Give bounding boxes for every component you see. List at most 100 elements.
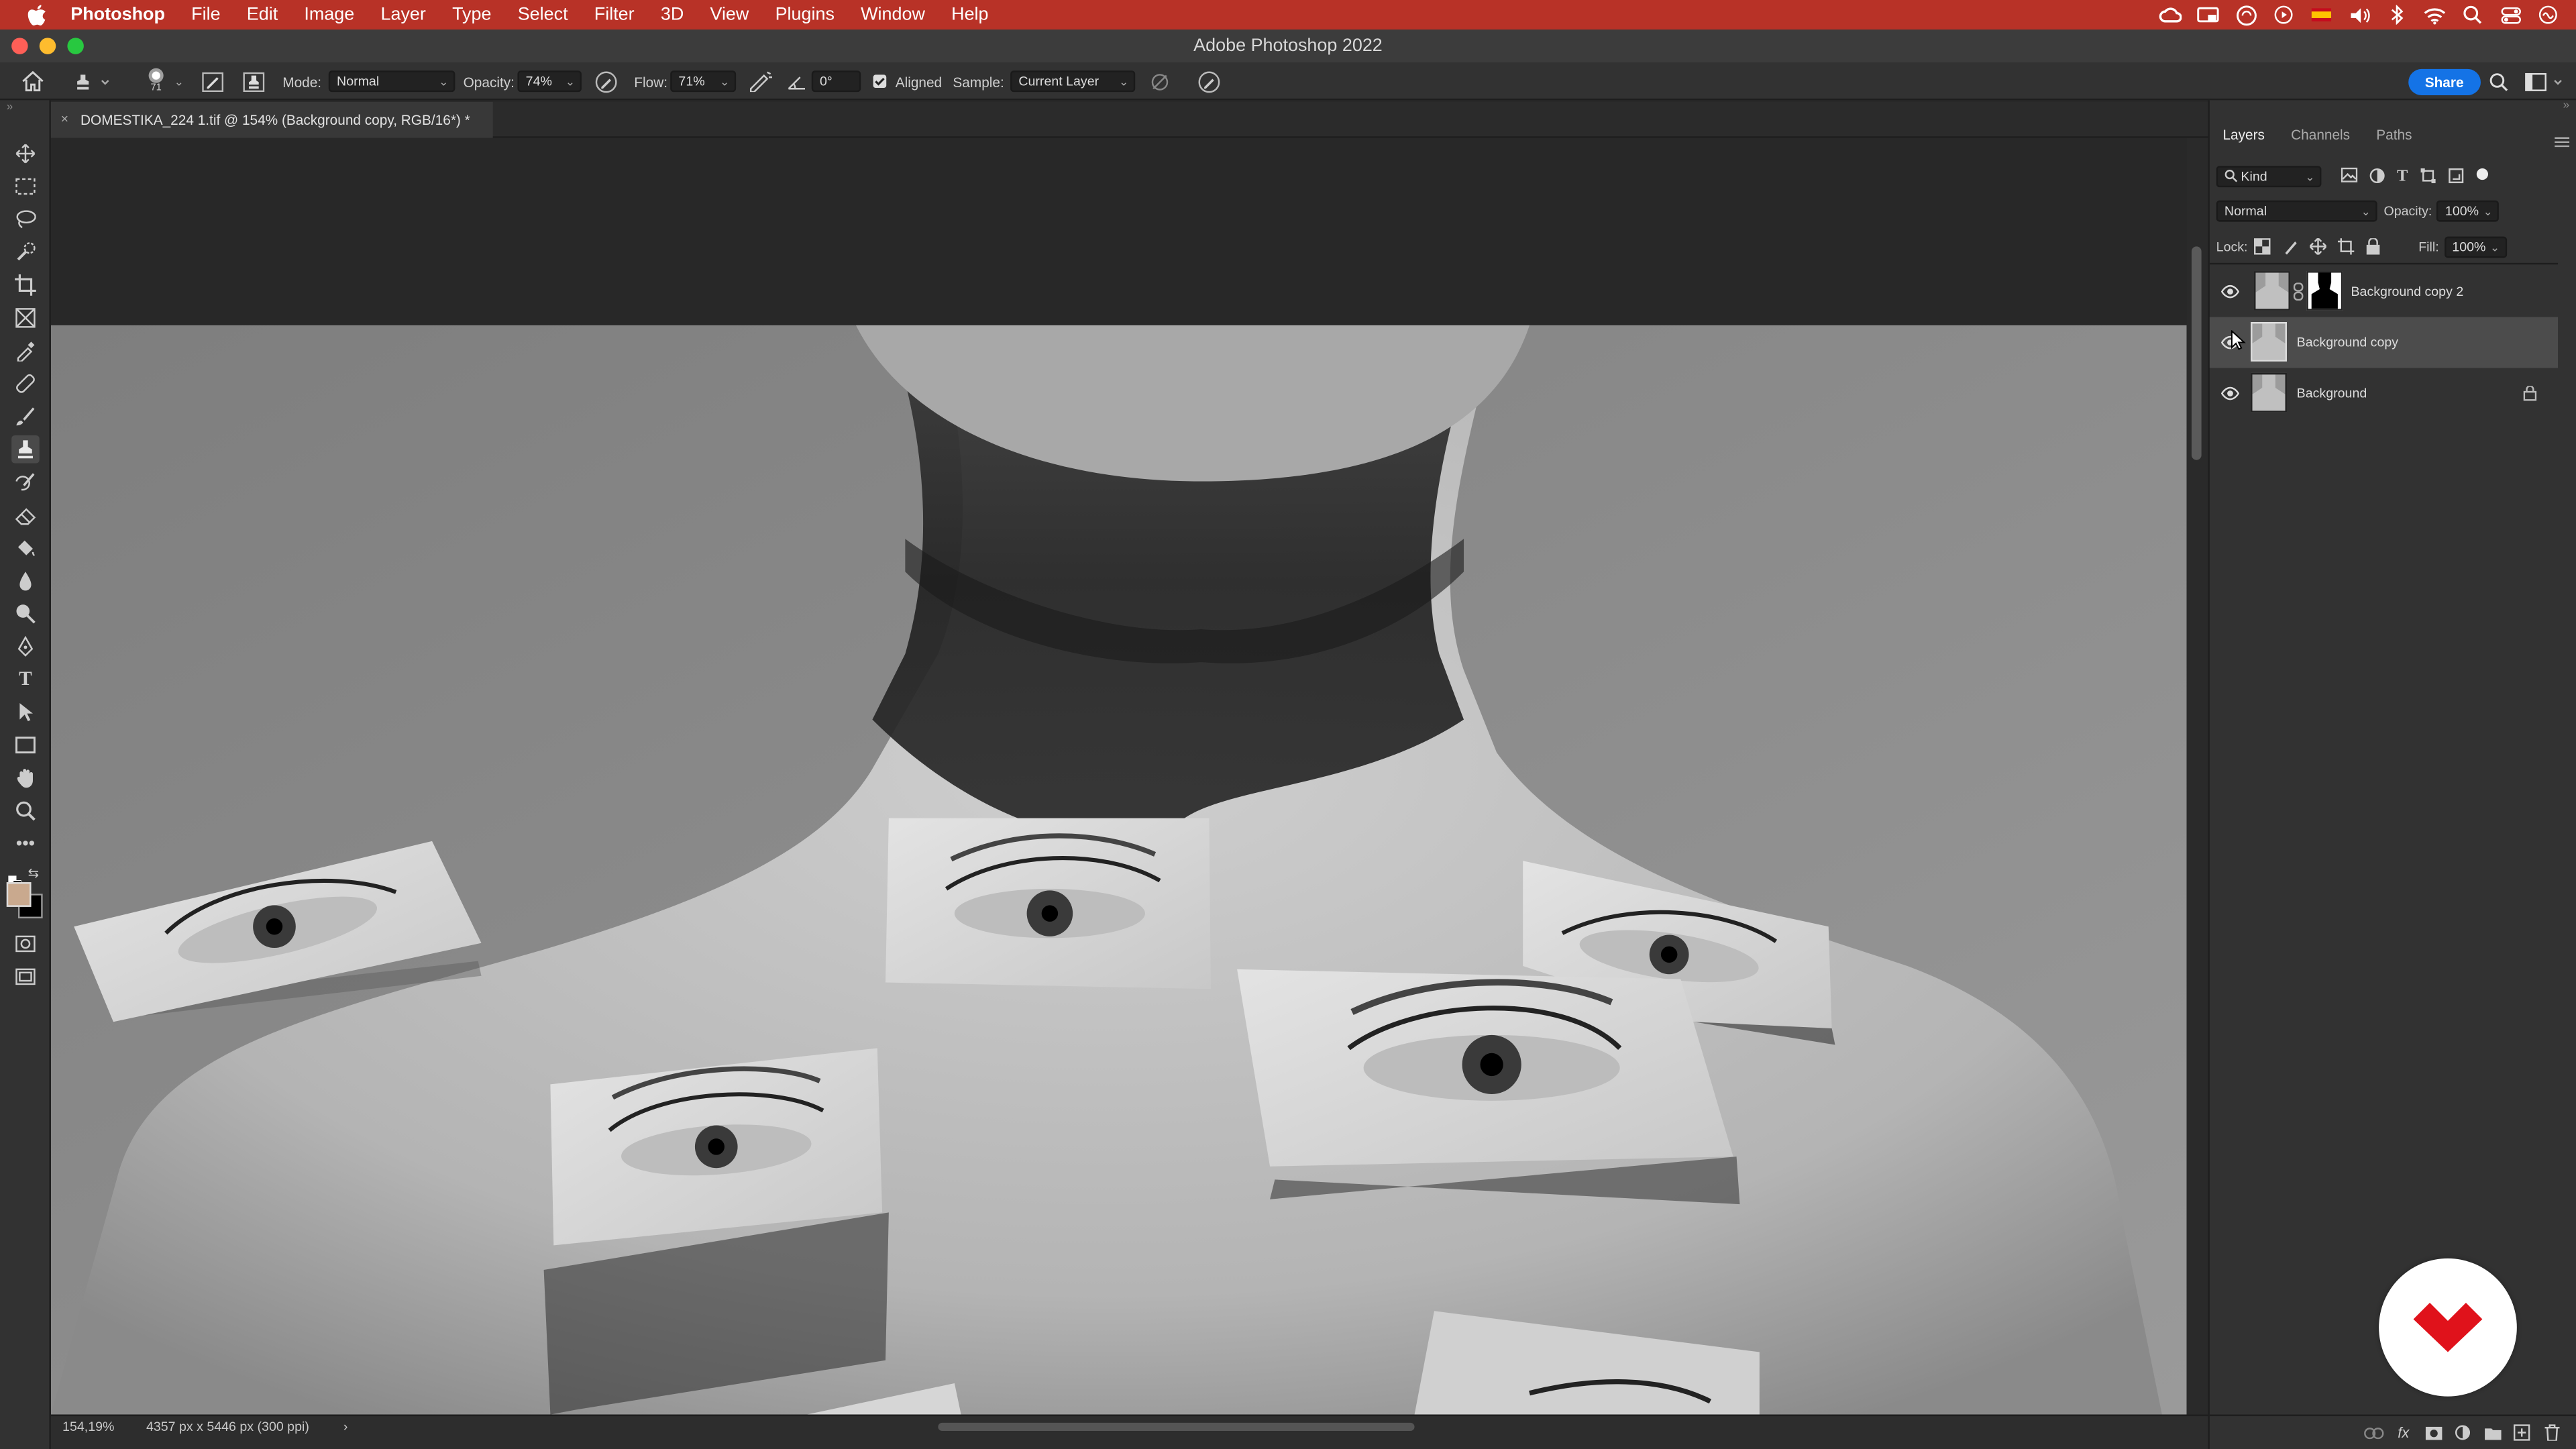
foreground-color-swatch[interactable]: [6, 882, 32, 907]
menu-view[interactable]: View: [697, 0, 762, 30]
menu-type[interactable]: Type: [439, 0, 504, 30]
screen-share-icon[interactable]: [2196, 3, 2219, 26]
blur-tool-icon[interactable]: [11, 567, 40, 595]
close-window-button[interactable]: [11, 38, 28, 54]
path-selection-tool-icon[interactable]: [11, 698, 40, 727]
frame-tool-icon[interactable]: [11, 304, 40, 332]
layer-mask-thumbnail[interactable]: [2306, 271, 2343, 311]
apple-icon[interactable]: [25, 3, 48, 26]
vertical-scroll-thumb[interactable]: [2191, 246, 2202, 460]
sample-select[interactable]: Current Layer ⌄: [1010, 70, 1136, 93]
filter-kind-select[interactable]: Kind ⌄: [2216, 165, 2322, 186]
menu-plugins[interactable]: Plugins: [762, 0, 848, 30]
minimize-window-button[interactable]: [39, 38, 56, 54]
pressure-size-icon[interactable]: [1197, 62, 1220, 100]
opacity-field[interactable]: 74% ⌄: [517, 70, 582, 93]
clone-source-panel-icon[interactable]: [243, 62, 265, 100]
clone-stamp-tool-icon[interactable]: [11, 435, 40, 464]
lock-transparent-pixels-icon[interactable]: [2254, 238, 2271, 255]
hand-tool-icon[interactable]: [11, 764, 40, 792]
chevron-down-icon[interactable]: ⌄: [174, 62, 184, 100]
lock-position-icon[interactable]: [2310, 238, 2327, 255]
dodge-tool-icon[interactable]: [11, 600, 40, 628]
mask-link-icon[interactable]: [2293, 282, 2304, 301]
menu-image[interactable]: Image: [291, 0, 368, 30]
new-group-icon[interactable]: [2482, 1423, 2502, 1442]
play-icon[interactable]: [2272, 3, 2295, 26]
aligned-checkbox[interactable]: [872, 62, 887, 100]
crop-tool-icon[interactable]: [11, 271, 40, 299]
home-icon[interactable]: [21, 62, 44, 100]
adjustment-layer-filter-icon[interactable]: [2369, 167, 2385, 183]
quick-selection-tool-icon[interactable]: [11, 238, 40, 266]
pen-tool-icon[interactable]: [11, 633, 40, 661]
shape-layer-filter-icon[interactable]: [2420, 167, 2436, 183]
layer-name[interactable]: Background copy: [2297, 317, 2398, 368]
eyedropper-tool-icon[interactable]: [11, 337, 40, 365]
eraser-tool-icon[interactable]: [11, 501, 40, 529]
visibility-eye-icon[interactable]: [2221, 384, 2239, 402]
layer-row-background-copy[interactable]: Background copy: [2209, 317, 2559, 368]
status-info-arrow[interactable]: ›: [343, 1419, 348, 1434]
collapse-panel-icon[interactable]: »: [2563, 100, 2570, 111]
menu-select[interactable]: Select: [504, 0, 581, 30]
paint-bucket-tool-icon[interactable]: [11, 534, 40, 562]
zoom-tool-icon[interactable]: [11, 797, 40, 825]
filter-toggle-icon[interactable]: [2475, 167, 2489, 180]
tab-paths[interactable]: Paths: [2363, 120, 2425, 150]
layer-name[interactable]: Background: [2297, 368, 2367, 419]
lock-image-pixels-icon[interactable]: [2282, 238, 2298, 255]
lock-all-icon[interactable]: [2366, 238, 2381, 255]
zoom-level[interactable]: 154,19%: [62, 1419, 114, 1434]
pressure-opacity-icon[interactable]: [595, 62, 618, 100]
share-button[interactable]: Share: [2408, 68, 2481, 95]
link-layers-icon[interactable]: [2364, 1423, 2384, 1442]
new-adjustment-layer-icon[interactable]: [2453, 1423, 2472, 1442]
layer-name[interactable]: Background copy 2: [2351, 266, 2463, 317]
healing-brush-tool-icon[interactable]: [11, 370, 40, 398]
control-center-icon[interactable]: [2499, 3, 2522, 26]
quick-mask-icon[interactable]: [11, 930, 40, 958]
pixel-layer-filter-icon[interactable]: [2341, 166, 2358, 182]
spain-flag-icon[interactable]: [2310, 3, 2332, 26]
blend-mode-select[interactable]: Normal ⌄: [2216, 199, 2377, 221]
brush-tool-icon[interactable]: [11, 402, 40, 431]
mode-select[interactable]: Normal ⌄: [328, 70, 455, 93]
flow-field[interactable]: 71% ⌄: [670, 70, 737, 93]
horizontal-scroll-thumb[interactable]: [938, 1422, 1415, 1432]
workspace-icon[interactable]: [2525, 62, 2565, 100]
lasso-tool-icon[interactable]: [11, 205, 40, 233]
brush-preset-picker[interactable]: 71: [145, 62, 168, 100]
rectangle-tool-icon[interactable]: [11, 731, 40, 759]
delete-layer-icon[interactable]: [2542, 1423, 2561, 1442]
tab-channels[interactable]: Channels: [2278, 120, 2363, 150]
document-canvas[interactable]: [50, 138, 2187, 1415]
menu-window[interactable]: Window: [848, 0, 938, 30]
vertical-scrollbar[interactable]: [2186, 138, 2208, 1415]
new-layer-icon[interactable]: [2512, 1423, 2531, 1442]
menu-3d[interactable]: 3D: [647, 0, 697, 30]
airbrush-icon[interactable]: [747, 62, 773, 100]
clone-stamp-preset-icon[interactable]: [76, 62, 112, 100]
type-tool-icon[interactable]: T: [11, 665, 40, 694]
smart-object-filter-icon[interactable]: [2447, 167, 2463, 183]
menu-filter[interactable]: Filter: [581, 0, 647, 30]
screen-mode-icon[interactable]: [11, 963, 40, 991]
marquee-tool-icon[interactable]: [11, 172, 40, 201]
creative-cloud-icon[interactable]: [2159, 3, 2182, 26]
move-tool-icon[interactable]: [11, 140, 40, 168]
history-brush-tool-icon[interactable]: [11, 468, 40, 496]
layer-row-background-copy-2[interactable]: Background copy 2: [2210, 266, 2558, 317]
more-tools-icon[interactable]: •••: [11, 830, 40, 858]
document-tab[interactable]: × DOMESTIKA_224 1.tif @ 154% (Background…: [50, 101, 494, 138]
wifi-icon[interactable]: [2423, 3, 2446, 26]
fill-field[interactable]: 100% ⌄: [2444, 235, 2507, 258]
search-icon[interactable]: [2489, 62, 2508, 100]
spotlight-search-icon[interactable]: [2461, 3, 2484, 26]
close-document-icon[interactable]: ×: [61, 102, 68, 138]
panel-menu-icon[interactable]: [2555, 127, 2570, 156]
menu-edit[interactable]: Edit: [233, 0, 291, 30]
tab-layers[interactable]: Layers: [2210, 120, 2278, 150]
layer-row-background[interactable]: Background: [2210, 368, 2558, 419]
angle-icon[interactable]: [787, 62, 806, 100]
